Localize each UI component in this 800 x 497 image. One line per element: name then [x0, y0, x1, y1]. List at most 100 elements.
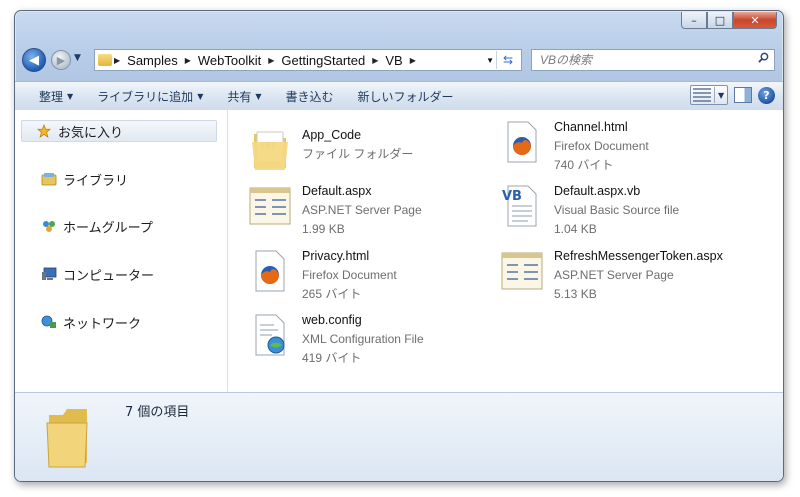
nav-item-favorites[interactable]: お気に入り — [21, 120, 217, 142]
aspx-file-icon — [249, 187, 291, 225]
organize-label: 整理 — [39, 89, 64, 104]
homegroup-icon — [43, 221, 55, 232]
forward-button[interactable]: ▶ — [51, 50, 71, 70]
chevron-right-icon[interactable]: ▶ — [112, 56, 122, 65]
file-name: RefreshMessengerToken.aspx — [554, 249, 723, 263]
command-bar: 整理 ▼ ライブラリに追加 ▼ 共有 ▼ 書き込む 新しいフォルダー ▼ ? — [15, 81, 783, 111]
file-size: 740 バイト — [554, 158, 614, 172]
file-size: 1.99 KB — [302, 222, 345, 236]
file-type: ファイル フォルダー — [302, 147, 414, 161]
folder-icon: {B} — [252, 131, 288, 170]
minimize-button[interactable]: – — [681, 12, 707, 29]
library-icon — [41, 173, 57, 186]
breadcrumb-samples[interactable]: Samples — [122, 53, 183, 68]
aspx-file-icon — [501, 252, 543, 290]
share-label: 共有 — [227, 89, 252, 104]
chevron-down-icon: ▼ — [67, 91, 74, 101]
new-folder-label: 新しいフォルダー — [357, 89, 454, 104]
file-type: Visual Basic Source file — [554, 203, 680, 217]
file-type: Firefox Document — [554, 139, 649, 153]
change-view-button[interactable]: ▼ — [690, 85, 728, 105]
file-name: Privacy.html — [302, 249, 370, 263]
file-type: ASP.NET Server Page — [554, 268, 674, 282]
recent-pages-button[interactable]: ▼ — [74, 53, 81, 63]
file-name: App_Code — [302, 128, 362, 142]
file-type: XML Configuration File — [302, 332, 424, 346]
chevron-down-icon[interactable]: ▼ — [718, 91, 724, 100]
breadcrumb-gettingstarted[interactable]: GettingStarted — [276, 53, 370, 68]
address-bar[interactable]: ▶ Samples ▶ WebToolkit ▶ GettingStarted … — [94, 49, 522, 71]
address-row: ◀ ▶ ▼ ▶ Samples ▶ WebToolkit ▶ GettingSt… — [15, 41, 783, 77]
chevron-down-icon[interactable]: ▼ — [486, 56, 494, 65]
file-size: 419 バイト — [302, 351, 362, 365]
nav-label: お気に入り — [58, 125, 124, 141]
search-placeholder: VBの検索 — [540, 53, 593, 67]
add-to-library-label: ライブラリに追加 — [97, 89, 194, 104]
file-name: Default.aspx.vb — [554, 184, 641, 198]
nav-label: コンピューター — [63, 268, 155, 284]
chevron-right-icon[interactable]: ▶ — [408, 56, 418, 65]
share-button[interactable]: 共有 ▼ — [215, 88, 273, 105]
nav-item-libraries[interactable]: ライブラリ — [23, 168, 128, 190]
file-type: ASP.NET Server Page — [302, 203, 422, 217]
burn-label: 書き込む — [285, 89, 334, 104]
computer-icon — [42, 267, 57, 280]
file-item-app-code[interactable]: {B} App_Code ファイル フォルダー — [246, 126, 413, 182]
file-item-refreshmessengertoken-aspx[interactable]: RefreshMessengerToken.aspx ASP.NET Server… — [498, 247, 723, 303]
navigation-pane: お気に入り ライブラリ ホームグループ コンピューター ネットワーク — [15, 110, 228, 392]
toolbar-right: ▼ ? — [690, 85, 775, 105]
caption-buttons: – □ ✕ — [681, 12, 777, 29]
burn-button[interactable]: 書き込む — [274, 88, 346, 105]
refresh-icon[interactable]: ⇆ — [496, 51, 519, 69]
firefox-document-icon — [507, 121, 537, 163]
folder-icon — [98, 54, 112, 66]
item-count: 7 個の項目 — [125, 405, 190, 420]
file-type: Firefox Document — [302, 268, 397, 282]
nav-label: ホームグループ — [63, 220, 153, 236]
new-folder-button[interactable]: 新しいフォルダー — [346, 88, 466, 105]
search-input[interactable]: VBの検索 — [531, 49, 775, 71]
file-item-channel-html[interactable]: Channel.html Firefox Document 740 バイト — [498, 118, 649, 174]
network-icon — [41, 315, 56, 328]
firefox-document-icon — [255, 250, 285, 292]
nav-item-computer[interactable]: コンピューター — [23, 263, 154, 285]
file-item-web-config[interactable]: web.config XML Configuration File 419 バイト — [246, 311, 424, 367]
nav-label: ライブラリ — [63, 173, 129, 189]
file-list: {B} App_Code ファイル フォルダー Channel.html Firef… — [228, 110, 783, 392]
explorer-window: – □ ✕ ◀ ▶ ▼ ▶ Samples ▶ WebToolkit ▶ Get… — [14, 10, 784, 482]
file-item-default-aspx[interactable]: Default.aspx ASP.NET Server Page 1.99 KB — [246, 182, 422, 238]
preview-pane-icon[interactable] — [734, 87, 752, 103]
breadcrumb-vb[interactable]: VB — [380, 53, 407, 68]
content-area: お気に入り ライブラリ ホームグループ コンピューター ネットワーク { — [15, 110, 783, 392]
star-icon — [36, 124, 52, 138]
file-name: Channel.html — [554, 120, 628, 134]
file-item-default-aspx-vb[interactable]: VB Default.aspx.vb Visual Basic Source fi… — [498, 182, 679, 238]
file-size: 5.13 KB — [554, 287, 597, 301]
file-size: 1.04 KB — [554, 222, 597, 236]
file-name: Default.aspx — [302, 184, 372, 198]
help-icon[interactable]: ? — [758, 86, 775, 104]
file-size: 265 バイト — [302, 287, 362, 301]
chevron-down-icon: ▼ — [197, 91, 204, 101]
folder-icon — [46, 409, 88, 468]
nav-item-homegroup[interactable]: ホームグループ — [23, 215, 153, 237]
close-button[interactable]: ✕ — [733, 12, 777, 29]
search-icon[interactable] — [758, 52, 769, 63]
back-button[interactable]: ◀ — [22, 48, 46, 72]
file-name: web.config — [302, 313, 362, 327]
divider — [714, 87, 715, 103]
maximize-button[interactable]: □ — [707, 12, 733, 29]
chevron-right-icon[interactable]: ▶ — [183, 56, 193, 65]
chevron-right-icon[interactable]: ▶ — [370, 56, 380, 65]
details-view-icon — [693, 88, 711, 102]
chevron-right-icon[interactable]: ▶ — [266, 56, 276, 65]
config-file-icon — [255, 314, 285, 356]
add-to-library-button[interactable]: ライブラリに追加 ▼ — [85, 88, 215, 105]
vb-file-icon: VB — [502, 185, 537, 227]
nav-label: ネットワーク — [63, 316, 142, 332]
chevron-down-icon: ▼ — [255, 91, 262, 101]
organize-button[interactable]: 整理 ▼ — [15, 88, 85, 105]
file-item-privacy-html[interactable]: Privacy.html Firefox Document 265 バイト — [246, 247, 397, 303]
breadcrumb-webtoolkit[interactable]: WebToolkit — [193, 53, 266, 68]
nav-item-network[interactable]: ネットワーク — [23, 311, 141, 333]
